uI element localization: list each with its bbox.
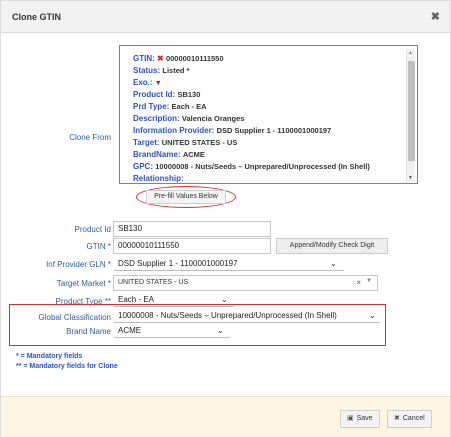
clone-brandname-line: BrandName: ACME bbox=[133, 150, 205, 159]
mandatory-clone-note: ** = Mandatory fields for Clone bbox=[16, 363, 118, 370]
clone-status-line: Status: Listed * bbox=[133, 66, 189, 75]
clone-target-line: Target: UNITED STATES - US bbox=[133, 138, 237, 147]
target-market-label: Target Market * bbox=[56, 279, 111, 288]
global-classification-value: 10000008 - Nuts/Seeds – Unprepared/Unpro… bbox=[118, 311, 337, 320]
brand-name-select[interactable]: ACME ⌄ bbox=[114, 323, 230, 338]
chevron-down-icon: ⌄ bbox=[369, 311, 376, 320]
clone-product-id-key: Product Id: bbox=[133, 90, 176, 99]
append-check-digit-button[interactable]: Append/Modify Check Digit bbox=[276, 238, 388, 254]
scroll-thumb[interactable] bbox=[408, 61, 415, 161]
clone-brandname-value: ACME bbox=[182, 150, 205, 159]
clone-info-provider-line: Information Provider: DSD Supplier 1 - 1… bbox=[133, 126, 331, 135]
clone-exo-line: Exo.: ▼ bbox=[133, 78, 162, 87]
cancel-button[interactable]: ✖ Cancel bbox=[387, 410, 432, 428]
clone-brandname-key: BrandName: bbox=[133, 150, 181, 159]
prefill-values-button[interactable]: Pre-fill Values Below bbox=[146, 190, 226, 204]
chevron-down-icon: ⌄ bbox=[330, 259, 337, 268]
clone-source-panel[interactable]: GTIN: ✖ 00000010111550 Status: Listed * … bbox=[119, 45, 418, 184]
clone-relationship-line: Relationship: bbox=[133, 174, 184, 183]
save-label: Save bbox=[356, 415, 373, 422]
global-classification-select[interactable]: 10000008 - Nuts/Seeds – Unprepared/Unpro… bbox=[114, 308, 380, 323]
clone-gtin-key: GTIN: bbox=[133, 54, 155, 63]
clone-relationship-key: Relationship: bbox=[133, 174, 184, 183]
clone-gpc-key: GPC: bbox=[133, 162, 153, 171]
close-icon: ✖ bbox=[394, 415, 400, 422]
scroll-up-icon[interactable]: ▲ bbox=[408, 50, 413, 56]
clone-panel-scrollbar[interactable]: ▲ ▼ bbox=[406, 49, 415, 182]
inf-provider-gln-select[interactable]: DSD Supplier 1 - 1100001000197 ⌄ bbox=[114, 256, 344, 271]
global-classification-label: Global Classification bbox=[38, 313, 111, 322]
close-icon[interactable]: ✖ bbox=[431, 10, 440, 23]
status-cross-icon: ✖ bbox=[157, 54, 166, 63]
clone-prd-type-key: Prd Type: bbox=[133, 102, 170, 111]
inf-provider-gln-label: Inf Provider GLN * bbox=[46, 260, 111, 269]
clone-prd-type-value: Each - EA bbox=[171, 102, 207, 111]
dialog-footer: ▣ Save ✖ Cancel bbox=[1, 396, 450, 437]
clone-gtin-value: 00000010111550 bbox=[165, 54, 224, 63]
clone-gtin-dialog: Clone GTIN ✖ Clone From GTIN: ✖ 00000010… bbox=[0, 0, 451, 437]
dialog-title: Clone GTIN bbox=[12, 12, 61, 22]
product-id-label: Product Id bbox=[74, 225, 111, 234]
save-icon: ▣ bbox=[347, 415, 354, 422]
target-market-value: UNITED STATES - US bbox=[118, 279, 189, 286]
triangle-down-icon[interactable]: ▼ bbox=[366, 278, 372, 284]
clone-status-value: Listed * bbox=[162, 66, 190, 75]
clone-gpc-line: GPC: 10000008 - Nuts/Seeds – Unprepared/… bbox=[133, 162, 370, 171]
product-type-value: Each - EA bbox=[118, 295, 155, 304]
triangle-down-icon: ▼ bbox=[154, 80, 162, 87]
clear-icon[interactable]: × bbox=[356, 278, 361, 287]
clone-info-provider-key: Information Provider: bbox=[133, 126, 215, 135]
clone-exo-key: Exo.: bbox=[133, 78, 153, 87]
clone-product-id-line: Product Id: SB130 bbox=[133, 90, 200, 99]
clone-target-value: UNITED STATES - US bbox=[161, 138, 238, 147]
dialog-titlebar: Clone GTIN ✖ bbox=[1, 1, 450, 33]
clone-status-key: Status: bbox=[133, 66, 161, 75]
save-button[interactable]: ▣ Save bbox=[340, 410, 380, 428]
mandatory-fields-note: * = Mandatory fields bbox=[16, 353, 83, 360]
brand-name-value: ACME bbox=[118, 326, 142, 335]
chevron-down-icon: ⌄ bbox=[217, 326, 224, 335]
target-market-select[interactable]: UNITED STATES - US × ▼ bbox=[113, 275, 378, 291]
scroll-down-icon[interactable]: ▼ bbox=[408, 175, 413, 181]
clone-gpc-value: 10000008 - Nuts/Seeds – Unprepared/Unpro… bbox=[155, 162, 370, 171]
clone-description-key: Description: bbox=[133, 114, 180, 123]
gtin-input[interactable]: 00000010111550 bbox=[113, 238, 271, 254]
product-id-input[interactable]: SB130 bbox=[113, 221, 271, 237]
cancel-label: Cancel bbox=[402, 415, 425, 422]
clone-product-id-value: SB130 bbox=[177, 90, 201, 99]
brand-name-label: Brand Name bbox=[66, 327, 111, 336]
clone-description-value: Valencia Oranges bbox=[181, 114, 245, 123]
clone-target-key: Target: bbox=[133, 138, 160, 147]
clone-gtin-line: GTIN: ✖ 00000010111550 bbox=[133, 54, 224, 63]
gtin-label: GTIN * bbox=[86, 242, 111, 251]
inf-provider-gln-value: DSD Supplier 1 - 1100001000197 bbox=[118, 259, 238, 268]
clone-prd-type-line: Prd Type: Each - EA bbox=[133, 102, 207, 111]
clone-info-provider-value: DSD Supplier 1 - 1100001000197 bbox=[216, 126, 332, 135]
clone-description-line: Description: Valencia Oranges bbox=[133, 114, 244, 123]
clone-from-label: Clone From bbox=[69, 133, 111, 142]
